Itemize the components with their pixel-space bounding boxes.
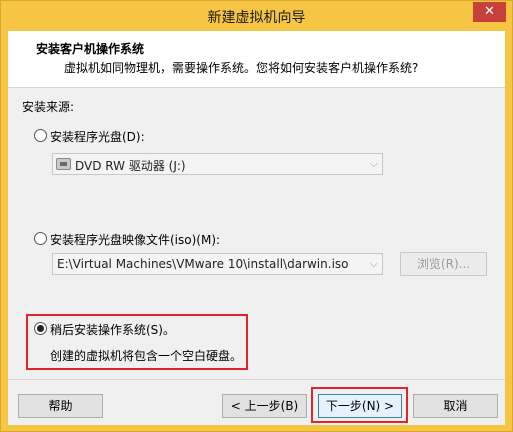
iso-path-input[interactable]: E:\Virtual Machines\VMware 10\install\da… — [52, 253, 383, 275]
close-icon: ✕ — [484, 4, 495, 19]
footer-separator — [8, 379, 505, 380]
radio-installer-disc[interactable] — [34, 129, 47, 142]
dvd-drive-icon — [56, 158, 71, 170]
disc-drive-select[interactable]: DVD RW 驱动器 (J:) ⌵ — [52, 153, 383, 175]
wizard-client-area: 安装客户机操作系统 虚拟机如同物理机，需要操作系统。您将如何安装客户机操作系统?… — [8, 31, 505, 425]
iso-path-value: E:\Virtual Machines\VMware 10\install\da… — [57, 257, 349, 271]
page-description: 虚拟机如同物理机，需要操作系统。您将如何安装客户机操作系统? — [64, 61, 419, 75]
help-button[interactable]: 帮助 — [18, 394, 103, 418]
browse-button[interactable]: 浏览(R)... — [400, 252, 487, 276]
install-later-label[interactable]: 稍后安装操作系统(S)。 — [50, 321, 175, 338]
wizard-window: 新建虚拟机向导 ✕ 安装客户机操作系统 虚拟机如同物理机，需要操作系统。您将如何… — [0, 0, 513, 432]
radio-install-later[interactable] — [34, 322, 47, 335]
install-later-description: 创建的虚拟机将包含一个空白硬盘。 — [50, 349, 243, 363]
radio-iso-image[interactable] — [34, 232, 47, 245]
window-title: 新建虚拟机向导 — [207, 10, 306, 26]
title-bar[interactable]: 新建虚拟机向导 ✕ — [1, 1, 512, 31]
chevron-down-icon[interactable]: ⌵ — [370, 157, 378, 171]
install-source-label: 安装来源: — [22, 100, 75, 114]
page-title: 安装客户机操作系统 — [36, 42, 145, 56]
back-button[interactable]: < 上一步(B) — [222, 394, 307, 418]
next-button[interactable]: 下一步(N) > — [318, 394, 402, 418]
cancel-button[interactable]: 取消 — [413, 394, 498, 418]
wizard-header: 安装客户机操作系统 虚拟机如同物理机，需要操作系统。您将如何安装客户机操作系统? — [8, 31, 505, 88]
chevron-down-icon[interactable]: ⌵ — [370, 257, 378, 271]
installer-disc-label[interactable]: 安装程序光盘(D): — [50, 128, 145, 145]
disc-drive-value: DVD RW 驱动器 (J:) — [75, 159, 186, 173]
iso-image-label[interactable]: 安装程序光盘映像文件(iso)(M): — [50, 231, 220, 248]
close-button[interactable]: ✕ — [473, 2, 506, 22]
